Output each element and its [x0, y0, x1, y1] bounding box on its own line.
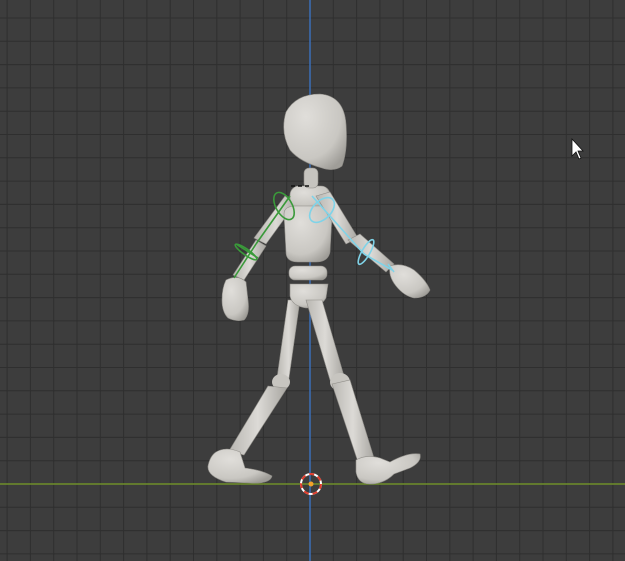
head[interactable]: [283, 93, 347, 189]
left-hand: [221, 277, 249, 321]
right-foot: [355, 453, 421, 485]
viewport-canvas[interactable]: [0, 0, 625, 561]
left-leg[interactable]: [207, 299, 301, 484]
walking-character-model[interactable]: [207, 93, 431, 485]
right-hand: [389, 264, 431, 299]
viewport-grid: [0, 0, 625, 561]
mouse-pointer-icon: [571, 137, 584, 160]
3d-viewport[interactable]: [0, 0, 625, 561]
left-foot: [207, 448, 273, 484]
